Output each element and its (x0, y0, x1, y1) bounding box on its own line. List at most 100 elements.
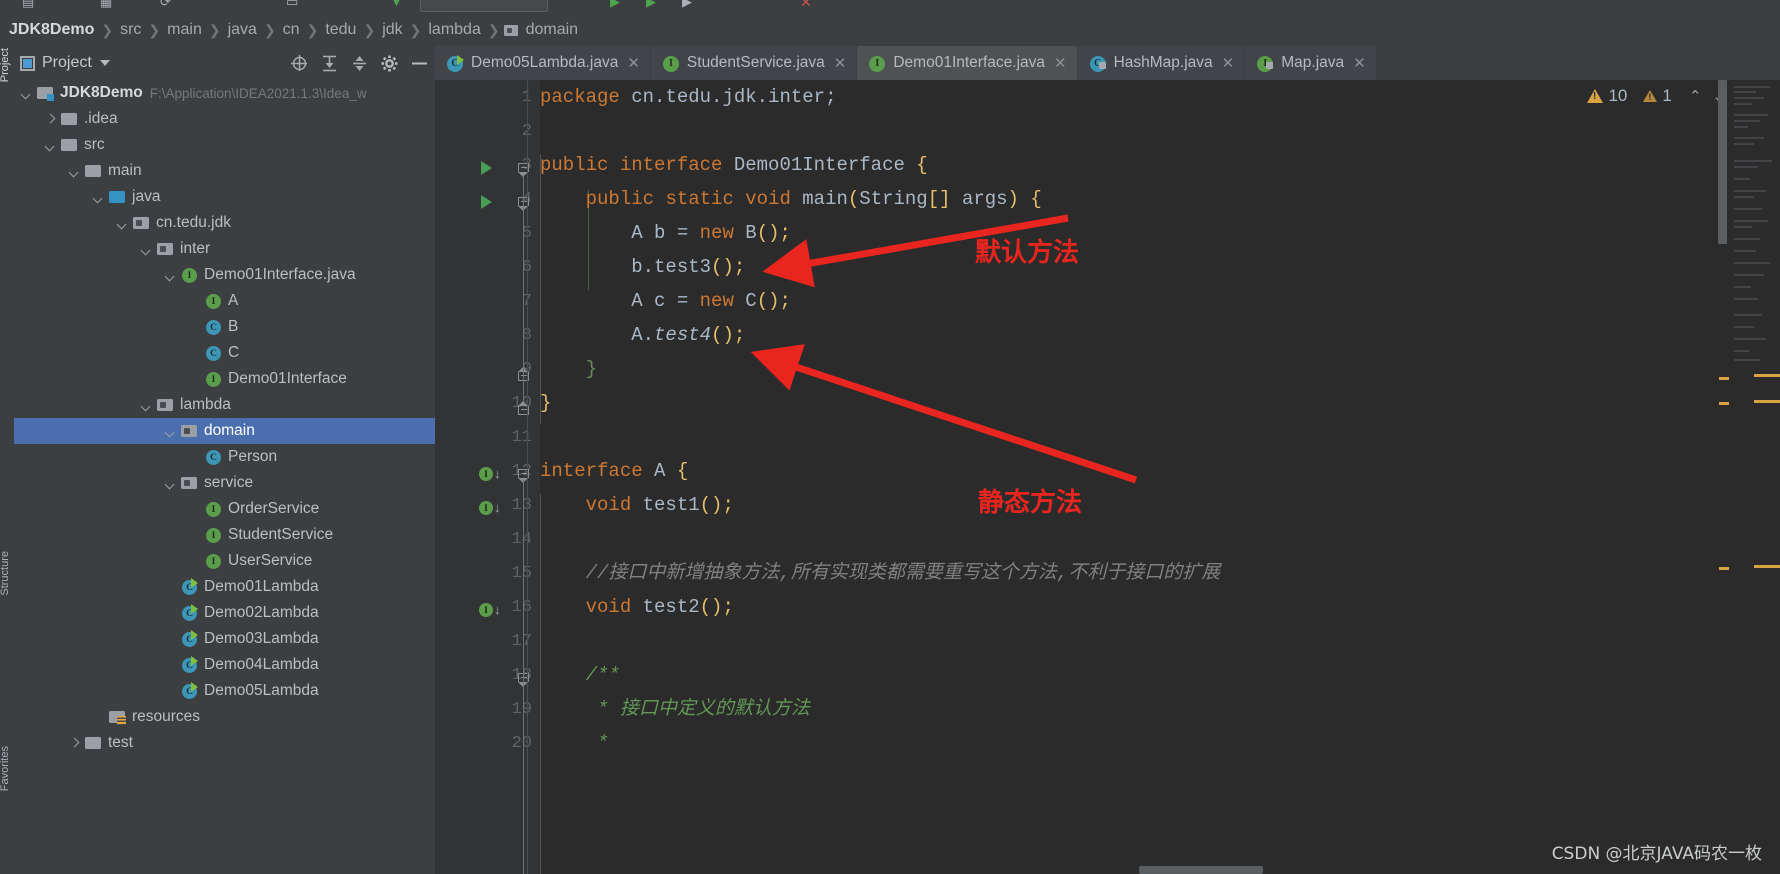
run-icon[interactable]: ▼ (390, 0, 403, 9)
tree-item-idea[interactable]: .idea (14, 106, 435, 132)
implementation-arrow-icon[interactable]: ↓ (494, 501, 501, 514)
tree-item-resources[interactable]: resources (14, 704, 435, 730)
expand-all-icon[interactable] (320, 54, 339, 73)
tree-item-inter[interactable]: inter (14, 236, 435, 262)
tree-item-a[interactable]: IA (14, 288, 435, 314)
prev-problem-icon[interactable]: ⌃ (1686, 87, 1705, 105)
editor-gutter[interactable]: 123456789101112I↓13I↓141516I↓17181920 (435, 80, 540, 874)
tree-item-b[interactable]: CB (14, 314, 435, 340)
breadcrumb-item-8[interactable]: domain (523, 21, 581, 39)
implemented-by-gutter-icon[interactable]: I (479, 501, 493, 515)
tree-item-demo01lambda[interactable]: C Demo01Lambda (14, 574, 435, 600)
coverage-icon[interactable]: ▶ (682, 0, 692, 10)
sync-icon[interactable]: ⟳ (160, 0, 171, 10)
implemented-by-gutter-icon[interactable]: I (479, 603, 493, 617)
gear-icon[interactable] (380, 54, 399, 73)
breadcrumb-item-4[interactable]: cn (280, 21, 303, 39)
editor-tab-map[interactable]: I Map.java ✕ (1245, 46, 1377, 80)
tree-item-src[interactable]: src (14, 132, 435, 158)
tree-item-demo05lambda[interactable]: C Demo05Lambda (14, 678, 435, 704)
tree-item-test[interactable]: test (14, 730, 435, 756)
chevron-down-icon[interactable] (20, 87, 33, 100)
chevron-down-icon[interactable] (116, 217, 129, 230)
chevron-right-icon[interactable] (68, 737, 81, 750)
chevron-down-icon[interactable] (164, 477, 177, 490)
editor-hscrollbar[interactable] (1139, 866, 1263, 874)
implemented-by-gutter-icon[interactable]: I (479, 467, 493, 481)
tree-item-demo03lambda[interactable]: C Demo03Lambda (14, 626, 435, 652)
error-stripe[interactable] (1718, 80, 1730, 874)
chevron-down-icon[interactable] (164, 425, 177, 438)
close-icon[interactable]: ✕ (1222, 56, 1235, 71)
editor-tab-demo05lambda[interactable]: C Demo05Lambda.java ✕ (435, 46, 651, 80)
breadcrumb-item-3[interactable]: java (225, 21, 260, 39)
implementation-arrow-icon[interactable]: ↓ (494, 467, 501, 480)
build-icon[interactable]: ▦ (100, 0, 112, 10)
editor-tab-demo01interface[interactable]: I Demo01Interface.java ✕ (857, 46, 1078, 80)
tree-item-c[interactable]: CC (14, 340, 435, 366)
chevron-down-icon[interactable] (164, 269, 177, 282)
tree-item-person[interactable]: C Person (14, 444, 435, 470)
breadcrumb-item-6[interactable]: jdk (379, 21, 405, 39)
close-icon[interactable]: ✕ (834, 56, 847, 71)
tree-item-cn-tedu-jdk[interactable]: cn.tedu.jdk (14, 210, 435, 236)
locate-icon[interactable] (290, 54, 309, 73)
close-icon[interactable]: ✕ (1054, 56, 1067, 71)
run-config-selector[interactable] (420, 0, 548, 12)
fold-end-icon[interactable] (517, 400, 530, 415)
tree-item-service[interactable]: service (14, 470, 435, 496)
tool-window-structure[interactable]: Structure (0, 551, 11, 596)
chevron-down-icon[interactable] (99, 60, 110, 66)
editor-scrollbar-thumb[interactable] (1718, 80, 1727, 244)
warning-marker[interactable] (1719, 377, 1729, 380)
tree-item-label: Demo02Lambda (204, 604, 319, 621)
tree-item-demo01interface[interactable]: I Demo01Interface (14, 366, 435, 392)
run-gutter-icon[interactable] (481, 161, 492, 175)
editor-tab-hashmap[interactable]: C HashMap.java ✕ (1077, 46, 1246, 80)
tree-item-demo01interface-java[interactable]: I Demo01Interface.java (14, 262, 435, 288)
breadcrumb-item-7[interactable]: lambda (425, 21, 483, 39)
project-tree[interactable]: JDK8Demo F:\Application\IDEA2021.1.3\Idea… (14, 80, 435, 874)
chevron-down-icon[interactable] (140, 243, 153, 256)
warning-marker[interactable] (1719, 567, 1729, 570)
tree-item-orderservice[interactable]: I OrderService (14, 496, 435, 522)
run-gutter-icon[interactable] (481, 195, 492, 209)
code-minimap[interactable] (1730, 80, 1780, 874)
save-all-icon[interactable]: ▤ (22, 0, 34, 10)
code-editor[interactable]: 123456789101112I↓13I↓141516I↓17181920 pa… (435, 80, 1780, 874)
run-button-icon[interactable]: ▶ (610, 0, 620, 10)
tree-item-jdk8demo[interactable]: JDK8Demo F:\Application\IDEA2021.1.3\Idea… (14, 80, 435, 106)
stop-icon[interactable]: ✕ (800, 0, 812, 11)
collapse-all-icon[interactable] (350, 54, 369, 73)
tree-item-domain[interactable]: domain (14, 418, 435, 444)
app-config-icon[interactable]: ▭ (286, 0, 298, 10)
inspection-widget[interactable]: 10 1 ⌃ ⌄ (1587, 86, 1728, 106)
breadcrumb-item-0[interactable]: JDK8Demo (6, 21, 97, 39)
close-icon[interactable]: ✕ (1353, 56, 1366, 71)
breadcrumb-item-5[interactable]: tedu (322, 21, 359, 39)
tree-item-userservice[interactable]: I UserService (14, 548, 435, 574)
tree-item-main[interactable]: main (14, 158, 435, 184)
chevron-down-icon[interactable] (92, 191, 105, 204)
close-icon[interactable]: ✕ (627, 56, 640, 71)
chevron-right-icon[interactable] (44, 113, 57, 126)
debug-icon[interactable]: ▶ (646, 0, 656, 10)
tree-item-demo04lambda[interactable]: C Demo04Lambda (14, 652, 435, 678)
code-content[interactable]: package cn.tedu.jdk.inter; public interf… (540, 80, 1780, 874)
tree-item-studentservice[interactable]: I StudentService (14, 522, 435, 548)
gutter-divider (527, 80, 528, 874)
tree-item-demo02lambda[interactable]: C Demo02Lambda (14, 600, 435, 626)
chevron-down-icon[interactable] (44, 139, 57, 152)
chevron-down-icon[interactable] (68, 165, 81, 178)
breadcrumb-item-2[interactable]: main (164, 21, 205, 39)
breadcrumb-item-1[interactable]: src (117, 21, 144, 39)
tree-item-java[interactable]: java (14, 184, 435, 210)
warning-marker[interactable] (1719, 402, 1729, 405)
tree-item-lambda[interactable]: lambda (14, 392, 435, 418)
tool-window-favorites[interactable]: Favorites (0, 746, 11, 791)
implementation-arrow-icon[interactable]: ↓ (494, 603, 501, 616)
editor-tab-studentservice[interactable]: I StudentService.java ✕ (650, 46, 858, 80)
tool-window-project[interactable]: Project (0, 48, 11, 82)
chevron-down-icon[interactable] (140, 399, 153, 412)
hide-panel-icon[interactable] (410, 54, 429, 73)
